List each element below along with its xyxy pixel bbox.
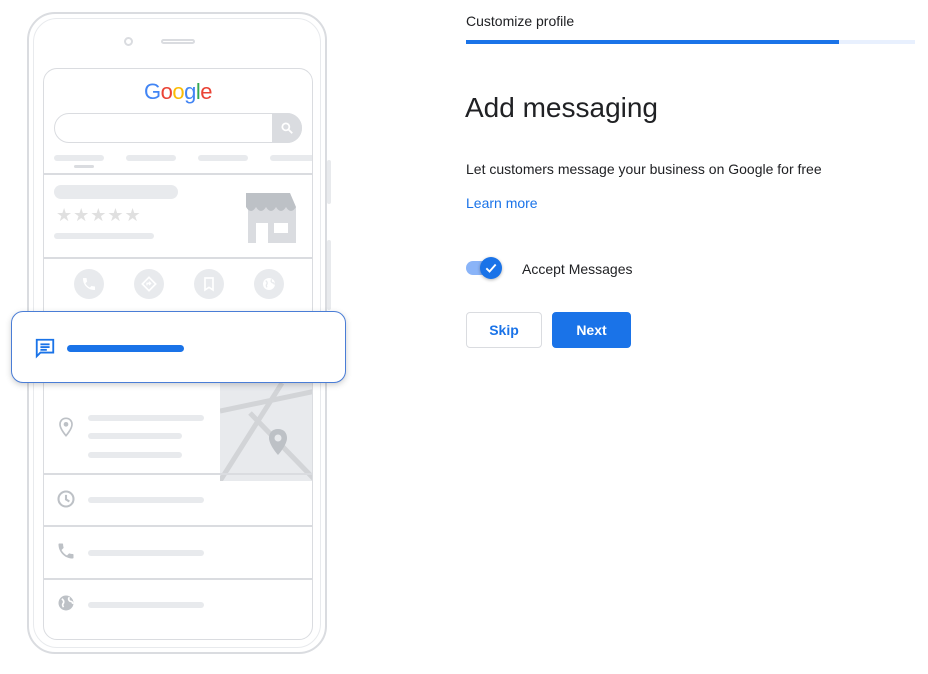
- divider: [44, 525, 312, 527]
- learn-more-link[interactable]: Learn more: [466, 195, 538, 211]
- globe-icon: [263, 278, 275, 290]
- directions-icon: [141, 276, 157, 292]
- toggle-label: Accept Messages: [522, 261, 633, 277]
- search-icon: [281, 122, 293, 134]
- step-title: Customize profile: [466, 13, 575, 29]
- mock-hours-line: [88, 497, 204, 503]
- mock-website-action: [254, 269, 284, 299]
- logo-letter: G: [143, 79, 161, 104]
- toggle-knob: [480, 257, 502, 279]
- mock-tab: [198, 155, 248, 161]
- divider: [44, 578, 312, 580]
- map-thumbnail: [220, 383, 312, 481]
- clock-icon: [57, 490, 75, 508]
- mock-business-name: [54, 185, 178, 199]
- mock-website-line: [88, 602, 204, 608]
- globe-icon: [58, 595, 74, 611]
- description-text: Let customers message your business on G…: [466, 161, 822, 177]
- divider: [44, 257, 312, 259]
- mock-search-button: [272, 113, 302, 143]
- mock-directions-action: [134, 269, 164, 299]
- phone-side-button: [327, 160, 331, 204]
- mock-address-line: [88, 433, 182, 439]
- next-button[interactable]: Next: [552, 312, 631, 348]
- google-logo: Google: [44, 79, 312, 105]
- phone-icon: [58, 543, 74, 559]
- mock-phone-line: [88, 550, 204, 556]
- mock-subtitle: [54, 233, 154, 239]
- accept-messages-toggle[interactable]: [466, 257, 502, 279]
- logo-letter: o: [172, 79, 185, 104]
- mock-tab-indicator: [74, 165, 94, 168]
- camera-icon: [124, 37, 133, 46]
- mock-call-action: [74, 269, 104, 299]
- mock-tab: [126, 155, 176, 161]
- speaker-icon: [161, 39, 195, 44]
- mock-search-bar: [54, 113, 302, 143]
- divider: [44, 473, 312, 475]
- skip-button[interactable]: Skip: [466, 312, 542, 348]
- progress-bar: [466, 40, 915, 44]
- message-icon: [35, 338, 55, 359]
- logo-letter: e: [200, 79, 212, 104]
- rating-stars: ★★★★★: [56, 205, 142, 225]
- checkmark-icon: [485, 263, 497, 273]
- mock-tab: [54, 155, 104, 161]
- divider: [44, 173, 312, 175]
- messaging-card: [11, 311, 346, 383]
- mock-address-line: [88, 415, 204, 421]
- mock-address-line: [88, 452, 182, 458]
- logo-letter: o: [160, 79, 173, 104]
- mock-save-action: [194, 269, 224, 299]
- page-heading: Add messaging: [465, 92, 659, 123]
- message-placeholder-line: [67, 345, 184, 352]
- phone-icon: [83, 278, 95, 290]
- storefront-icon: [246, 193, 296, 243]
- mock-tab: [270, 155, 312, 161]
- location-pin-icon: [59, 417, 73, 437]
- logo-letter: g: [184, 79, 196, 104]
- bookmark-icon: [204, 277, 214, 292]
- phone-side-button: [327, 240, 331, 310]
- progress-fill: [466, 40, 839, 44]
